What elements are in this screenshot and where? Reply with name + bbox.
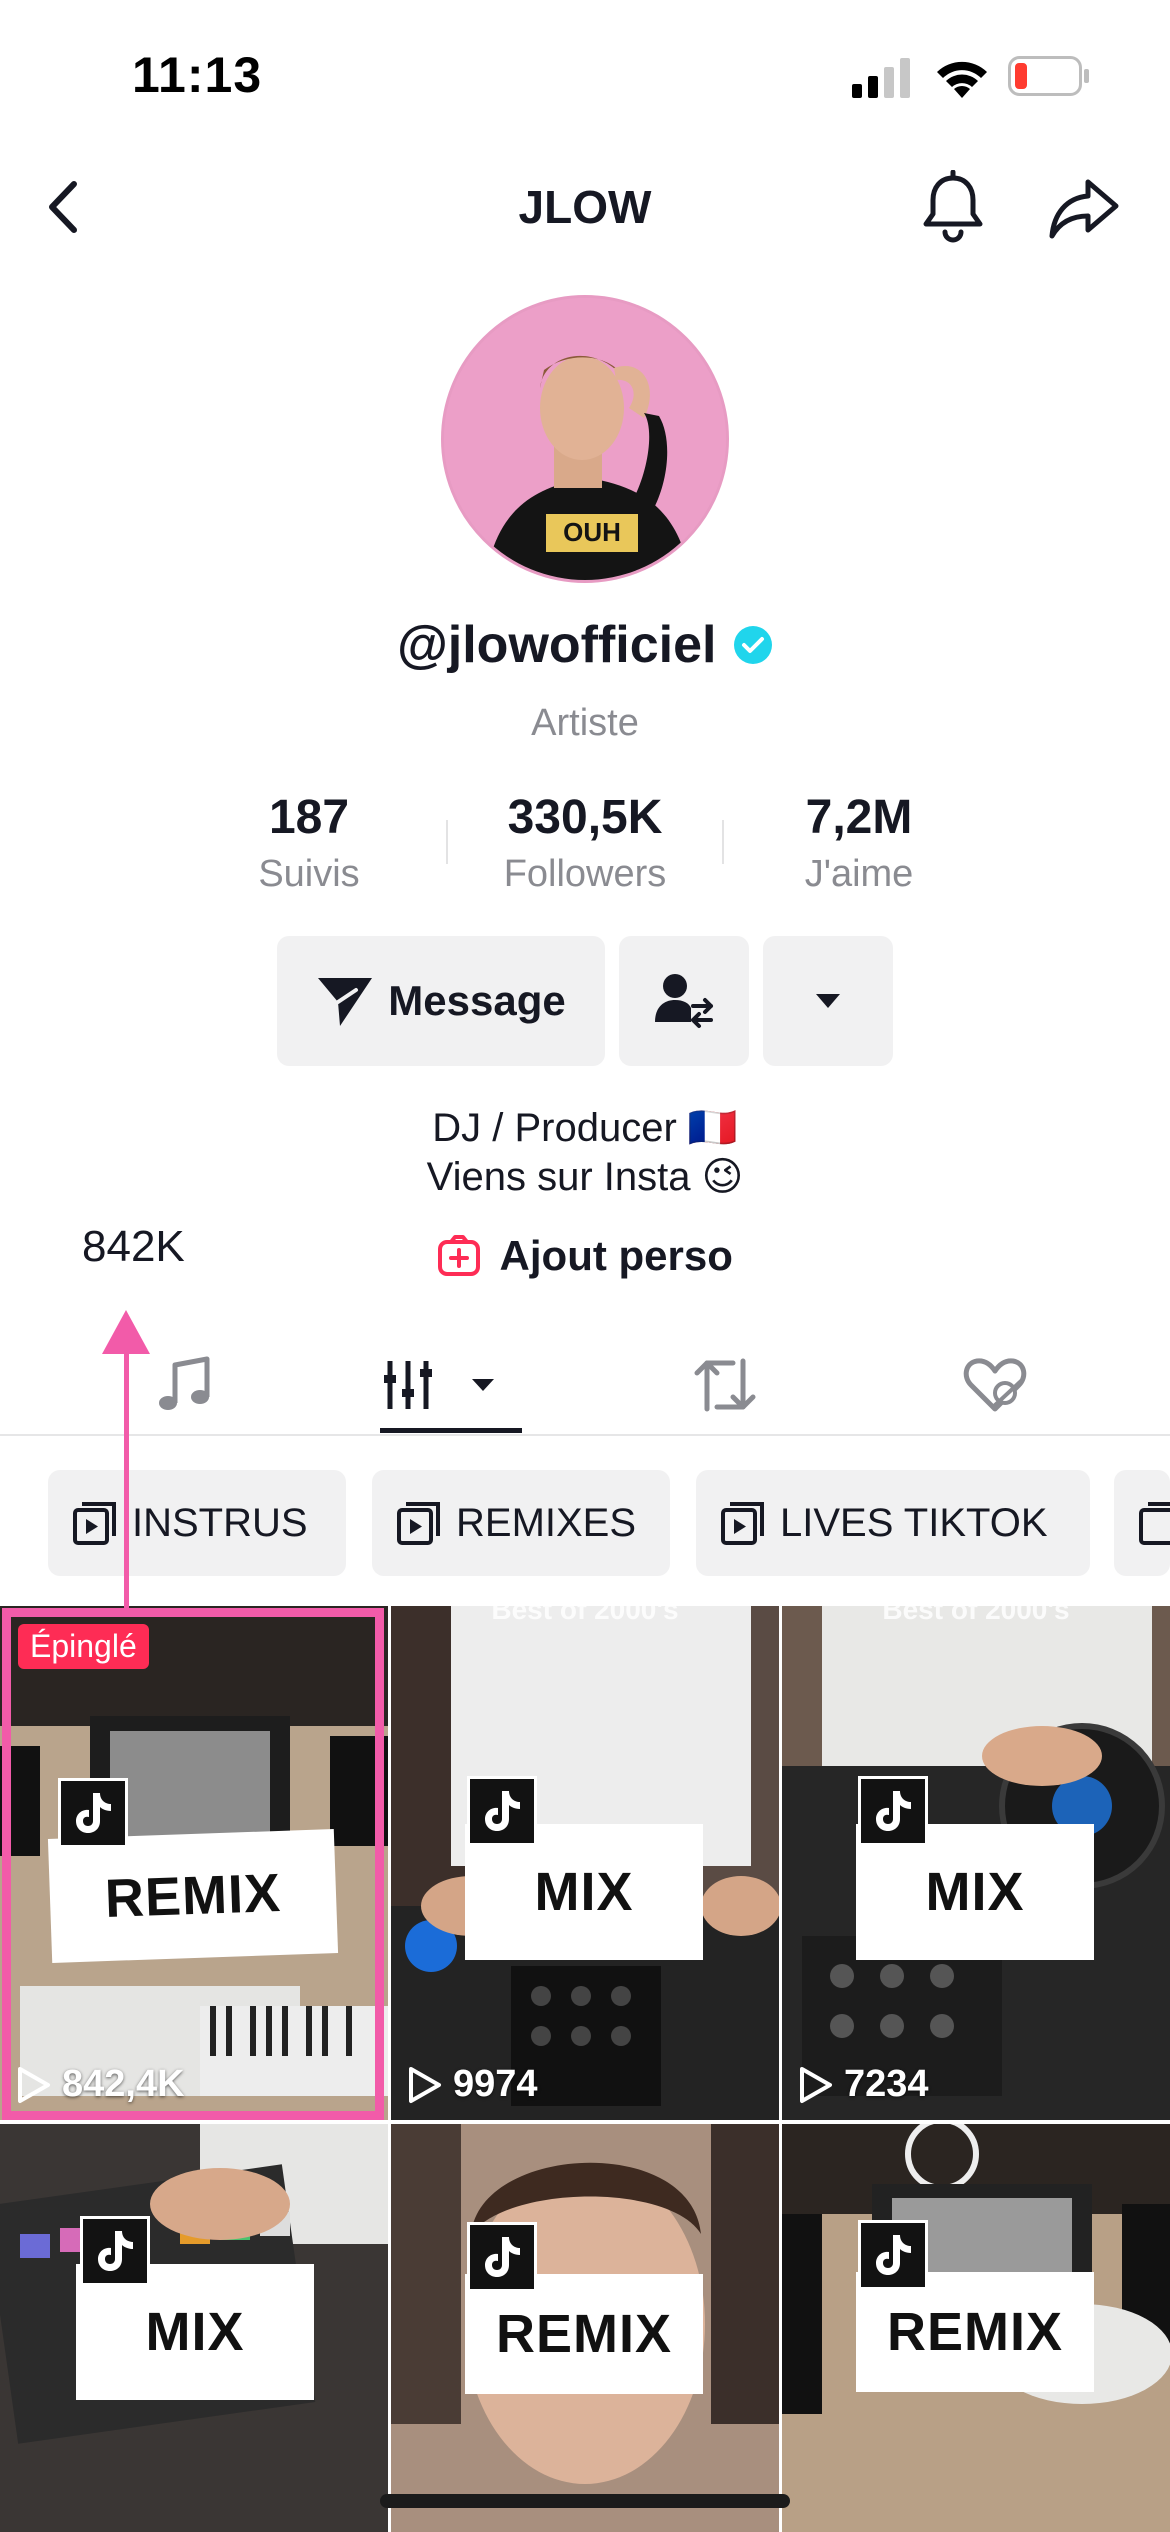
hidden-likes-icon — [963, 1358, 1027, 1412]
more-options-button[interactable] — [763, 936, 893, 1066]
friends-button[interactable] — [619, 936, 749, 1066]
repost-icon — [694, 1358, 756, 1412]
playlists-tab-icon — [384, 1361, 494, 1409]
home-indicator — [380, 2494, 790, 2508]
playlist-chip-remixes[interactable]: REMIXES — [372, 1470, 670, 1576]
annotation-arrow-head-icon — [102, 1310, 150, 1354]
stat-followers[interactable]: 330,5K Followers — [465, 790, 705, 896]
tab-liked[interactable] — [940, 1340, 1050, 1430]
stat-following-label: Suivis — [258, 853, 360, 895]
video-card: REMIX — [856, 2272, 1094, 2392]
tab-playlists[interactable] — [380, 1340, 522, 1430]
playlist-icon — [1139, 1502, 1170, 1545]
wifi-icon — [937, 61, 987, 98]
playlist-chip-lives-tiktok[interactable]: LIVES TIKTOK — [696, 1470, 1090, 1576]
stat-likes-value: 7,2M — [805, 791, 913, 844]
video-card-label: REMIX — [495, 2304, 673, 2364]
video-card-label: MIX — [925, 1862, 1025, 1922]
playlist-chip-label: INSTRUS — [132, 1500, 308, 1545]
avatar-shirt-logo: OUH — [563, 517, 621, 547]
tiktok-logo-icon — [467, 1776, 537, 1846]
message-button-label: Message — [388, 977, 566, 1024]
add-link-icon — [438, 1235, 481, 1276]
video-tile[interactable]: MIX — [0, 2124, 388, 2532]
bio-link-label: Ajout perso — [499, 1232, 733, 1279]
tiktok-logo-icon — [467, 2222, 537, 2292]
annotation-text: 842K — [82, 1222, 185, 1271]
tab-divider — [0, 1434, 1170, 1436]
annotation-arrow-line — [124, 1340, 129, 1612]
video-card-label: MIX — [534, 1862, 634, 1922]
notification-bell-icon[interactable] — [918, 170, 988, 244]
tab-reposts[interactable] — [670, 1340, 780, 1430]
profile-category: Artiste — [531, 702, 639, 744]
username-row: @jlowofficiel — [0, 615, 1170, 675]
chevron-down-icon — [816, 994, 840, 1008]
video-card-label: MIX — [145, 2302, 245, 2362]
video-tile[interactable]: REMIX — [391, 2124, 779, 2532]
stat-followers-label: Followers — [503, 853, 667, 895]
stat-likes-label: J'aime — [804, 853, 914, 895]
bio-line: DJ / Producer 🇫🇷 — [432, 1106, 738, 1150]
avatar-photo: OUH — [444, 298, 726, 580]
playlist-chip-partial[interactable] — [1114, 1470, 1170, 1576]
music-note-icon — [159, 1356, 210, 1410]
view-count-value: 9974 — [453, 2063, 538, 2105]
stat-followers-value: 330,5K — [507, 791, 663, 844]
video-caption: Best of 2000's — [882, 1606, 1070, 1625]
playlist-icon — [73, 1502, 116, 1545]
send-icon — [318, 978, 373, 1026]
video-tile[interactable]: REMIX — [782, 2124, 1170, 2532]
username: @jlowofficiel — [397, 616, 717, 674]
message-button[interactable]: Message — [277, 936, 605, 1066]
user-swap-icon — [655, 974, 713, 1028]
playlist-icon — [397, 1502, 440, 1545]
stat-likes[interactable]: 7,2M J'aime — [739, 790, 979, 896]
header-title: JLOW — [518, 181, 652, 233]
video-tile[interactable]: Best of 2000's MIX 9974 — [391, 1606, 779, 2120]
playlist-chip-label: LIVES TIKTOK — [780, 1500, 1048, 1545]
playlist-icon — [721, 1502, 764, 1545]
play-icon — [800, 2066, 832, 2103]
video-card: REMIX — [465, 2274, 703, 2394]
stat-following[interactable]: 187 Suivis — [189, 790, 429, 896]
view-count: 7234 — [798, 2063, 929, 2106]
playlist-chip-label: REMIXES — [456, 1500, 637, 1545]
view-count: 9974 — [407, 2063, 538, 2106]
view-count-value: 7234 — [844, 2063, 929, 2105]
stat-divider — [722, 820, 724, 864]
video-tile[interactable]: Best of 2000's MIX 7234 — [782, 1606, 1170, 2120]
video-caption: Best of 2000's — [491, 1606, 679, 1625]
video-card-label: REMIX — [886, 2302, 1064, 2362]
avatar[interactable]: OUH — [441, 295, 729, 583]
stat-following-value: 187 — [268, 791, 350, 844]
tiktok-logo-icon — [858, 1776, 928, 1846]
play-icon — [409, 2066, 441, 2103]
tiktok-logo-icon — [858, 2220, 928, 2290]
bio-line: Viens sur Insta 😉 — [426, 1155, 744, 1199]
cellular-signal-icon — [852, 58, 910, 98]
share-icon[interactable] — [1048, 176, 1120, 240]
stat-divider — [446, 820, 448, 864]
annotation-highlight-box — [2, 1608, 384, 2120]
battery-icon — [1008, 56, 1089, 96]
playlist-chip-instrus[interactable]: INSTRUS — [48, 1470, 346, 1576]
tiktok-logo-icon — [80, 2216, 150, 2286]
verified-badge-icon — [733, 626, 772, 664]
tab-active-indicator — [380, 1428, 522, 1433]
status-time: 11:13 — [132, 47, 263, 103]
